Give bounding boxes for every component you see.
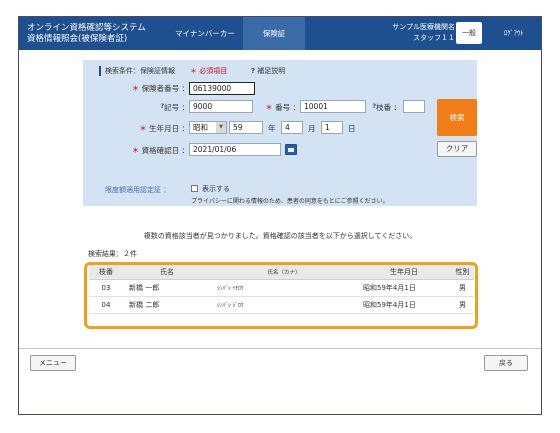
search-panel: 検索条件：保険証情報 ＊ 必須項目 ? 補足説明 ＊ 保険者番号 ： 06139… — [83, 60, 477, 206]
app-title: オンライン資格確認等システム 資格情報照会(被保険者証) — [27, 23, 146, 45]
search-condition-label: 検索条件：保険証情報 — [105, 67, 175, 75]
tab-insurance-card[interactable]: 保険証 — [243, 17, 305, 50]
condition-marker — [99, 66, 101, 76]
help-legend: ? 補足説明 — [251, 66, 285, 76]
help-legend-text: 補足説明 — [257, 67, 286, 75]
birth-month-input[interactable]: 4 — [281, 121, 303, 134]
edaban-input[interactable] — [403, 100, 425, 113]
edaban-label: ?枝番 ： — [372, 102, 401, 112]
staff-name: スタッフ１１ — [413, 34, 455, 42]
era-value: 昭和 — [193, 123, 208, 132]
kigo-input[interactable]: 9000 — [189, 100, 253, 113]
insurer-no-input[interactable]: 06139000 — [189, 82, 255, 95]
day-unit: 日 — [348, 124, 356, 133]
app-title-line2: 資格情報照会(被保険者証) — [27, 34, 128, 44]
chevron-down-icon: ▼ — [216, 122, 226, 133]
calendar-icon[interactable] — [285, 144, 297, 155]
required-legend: ＊ 必須項目 — [190, 67, 228, 75]
gendo-label: 限度額適用認定証 ： — [105, 186, 171, 194]
header-bar: オンライン資格確認等システム 資格情報照会(被保険者証) マイナンバーカード 保… — [19, 17, 541, 71]
privacy-note: プライバシーに関わる情報のため、患者の同意をもとにご参照ください。 — [191, 198, 389, 205]
confirm-date-input[interactable]: 2021/01/06 — [189, 143, 281, 156]
kigo-label: ?記号 ： — [160, 102, 189, 112]
status-message: 複数の資格該当者が見つかりました。資格確認の該当者を以下から選択してください。 — [143, 232, 417, 240]
footer-divider — [19, 348, 541, 349]
confirm-date-label: ＊ 資格確認日 ： — [131, 146, 189, 155]
search-button[interactable]: 検索 — [437, 99, 477, 136]
insurer-no-label: ＊ 保険者番号 ： — [131, 84, 189, 93]
facility-name: サンプル医療機関名 — [392, 23, 455, 31]
year-unit: 年 — [268, 124, 276, 133]
birth-year-input[interactable]: 59 — [229, 121, 263, 134]
facility-info: サンプル医療機関名 スタッフ１１ — [392, 22, 455, 44]
bango-input[interactable]: 10001 — [300, 100, 366, 113]
mode-button[interactable]: 一般 — [456, 22, 482, 44]
bango-label: ＊ 番号 ： — [265, 103, 300, 112]
result-count: 検索結果：２件 — [88, 250, 137, 258]
back-button[interactable]: 戻る — [484, 355, 528, 371]
menu-button[interactable]: メニュー — [30, 355, 76, 371]
birth-label: ＊ 生年月日 ： — [139, 124, 189, 133]
logout-button[interactable]: ﾛｸﾞｱｳﾄ — [504, 17, 524, 50]
gendo-checkbox-label: 表示する — [202, 185, 230, 193]
gendo-checkbox[interactable] — [191, 185, 198, 192]
results-highlight-frame — [84, 262, 478, 329]
era-select[interactable]: 昭和 ▼ — [189, 121, 227, 134]
birth-day-input[interactable]: 1 — [321, 121, 343, 134]
tab-mynumber-card[interactable]: マイナンバーカード — [172, 17, 238, 71]
app-title-line1: オンライン資格確認等システム — [27, 23, 146, 33]
clear-button[interactable]: クリア — [437, 141, 477, 157]
month-unit: 月 — [308, 124, 316, 133]
app-window: オンライン資格確認等システム 資格情報照会(被保険者証) マイナンバーカード 保… — [18, 16, 542, 415]
help-icon: ? — [251, 67, 256, 75]
